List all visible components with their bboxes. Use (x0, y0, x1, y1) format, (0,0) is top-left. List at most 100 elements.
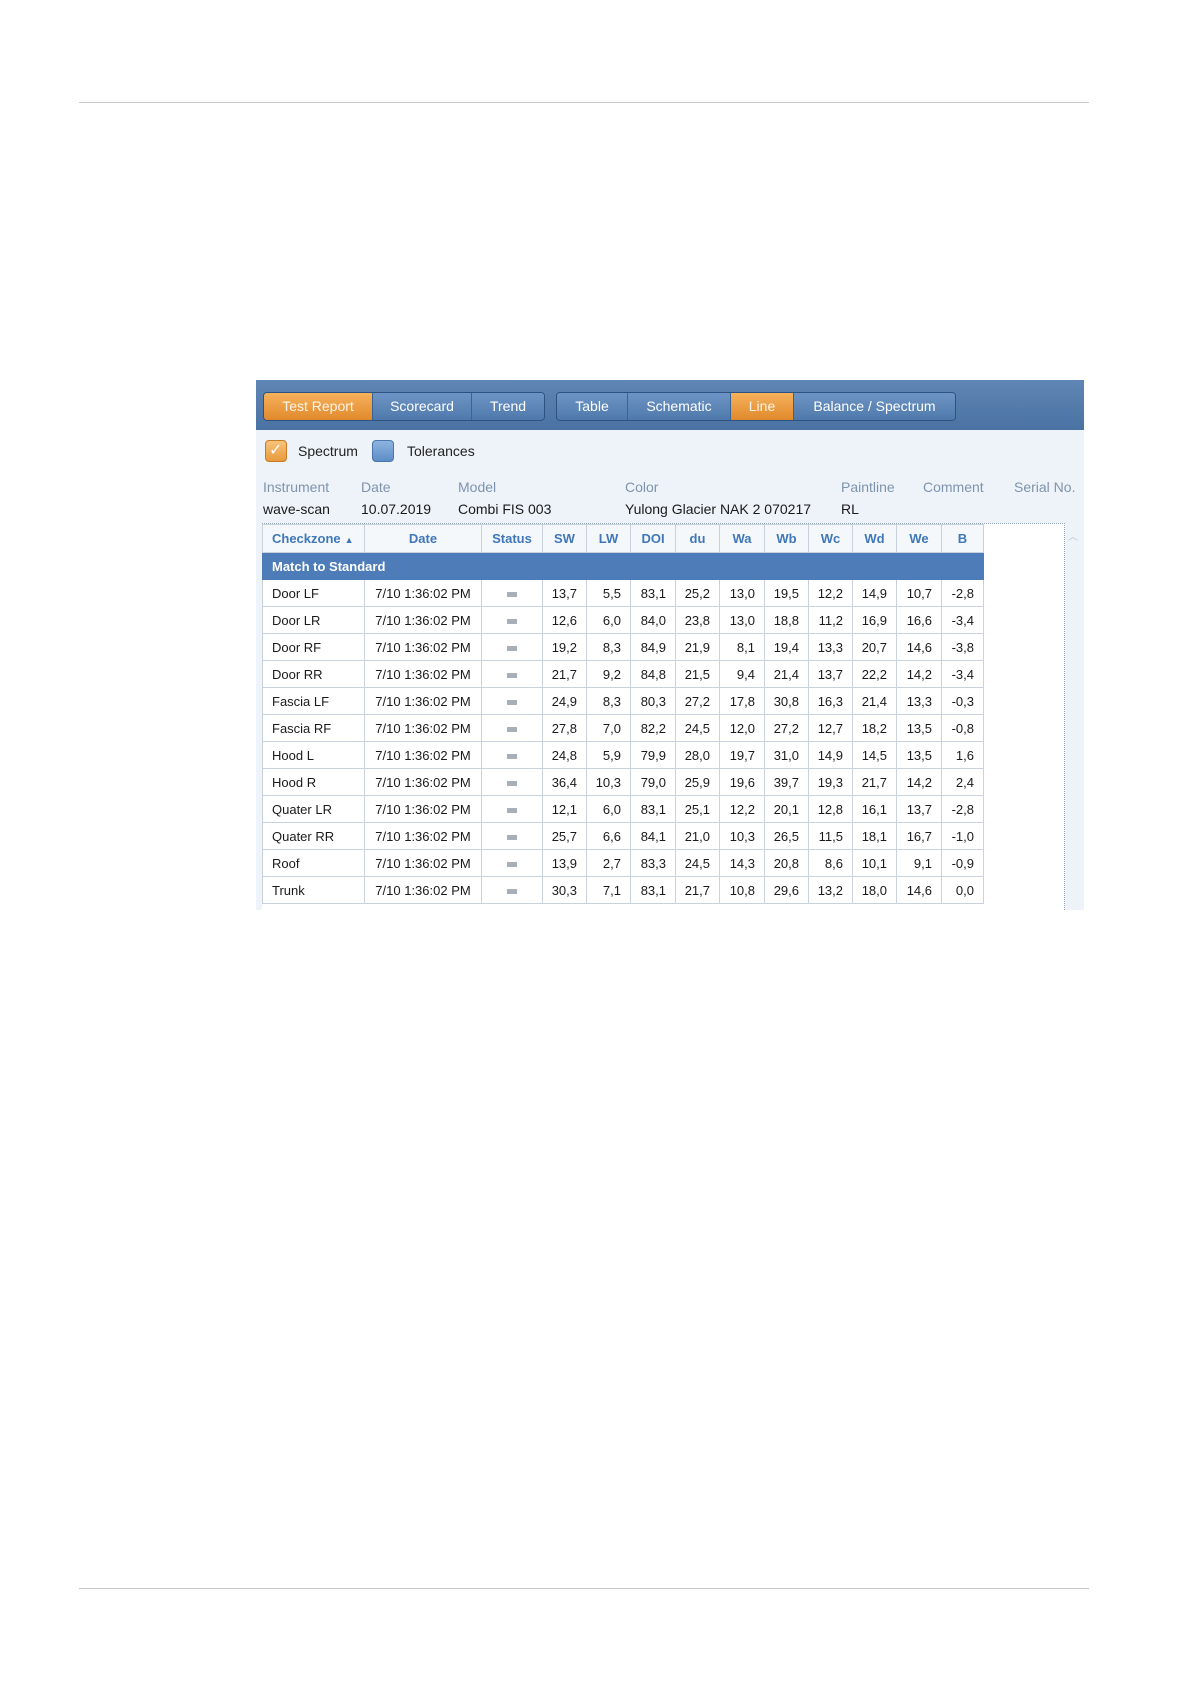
cell-wa: 17,8 (719, 687, 765, 715)
table-row[interactable]: Door LF 7/10 1:36:02 PM 13,7 5,5 83,1 25,2 13,… (262, 579, 984, 607)
table-row[interactable]: Trunk 7/10 1:36:02 PM 30,3 7,1 83,1 21,7 10,8 2… (262, 876, 984, 904)
column-header-lw[interactable]: LW (586, 524, 631, 553)
tab-balance-spectrum[interactable]: Balance / Spectrum (794, 393, 955, 420)
cell-lw: 2,7 (586, 849, 631, 877)
column-header-status[interactable]: Status (481, 524, 543, 553)
cell-date: 7/10 1:36:02 PM (364, 606, 482, 634)
column-header-wc[interactable]: Wc (808, 524, 853, 553)
cell-wb: 31,0 (764, 741, 809, 769)
table-row[interactable]: Door RR 7/10 1:36:02 PM 21,7 9,2 84,8 21,5 9,4… (262, 660, 984, 688)
column-header-doi[interactable]: DOI (630, 524, 676, 553)
cell-wd: 21,7 (852, 768, 897, 796)
table-row[interactable]: Quater RR 7/10 1:36:02 PM 25,7 6,6 84,1 21,0 1… (262, 822, 984, 850)
status-indicator-icon (507, 807, 517, 813)
cell-date: 7/10 1:36:02 PM (364, 714, 482, 742)
column-header-date[interactable]: Date (364, 524, 482, 553)
cell-date: 7/10 1:36:02 PM (364, 795, 482, 823)
cell-wa: 14,3 (719, 849, 765, 877)
cell-we: 14,2 (896, 768, 942, 796)
table-row[interactable]: Fascia RF 7/10 1:36:02 PM 27,8 7,0 82,2 24,5 1… (262, 714, 984, 742)
tab-scorecard[interactable]: Scorecard (373, 393, 472, 420)
cell-wa: 10,8 (719, 876, 765, 904)
column-header-checkzone[interactable]: Checkzone ▲ (262, 524, 365, 553)
spectrum-checkbox[interactable]: ✓ (265, 440, 287, 462)
cell-wb: 20,1 (764, 795, 809, 823)
column-header-wb[interactable]: Wb (764, 524, 809, 553)
cell-we: 16,6 (896, 606, 942, 634)
cell-du: 21,0 (675, 822, 720, 850)
cell-checkzone: Fascia LF (262, 687, 365, 715)
column-header-label: Wc (820, 531, 841, 546)
cell-wd: 21,4 (852, 687, 897, 715)
cell-b: -2,8 (941, 795, 984, 823)
spectrum-label: Spectrum (298, 443, 358, 459)
cell-lw: 5,9 (586, 741, 631, 769)
column-header-wd[interactable]: Wd (852, 524, 897, 553)
cell-status (481, 633, 543, 661)
cell-wa: 12,0 (719, 714, 765, 742)
cell-doi: 84,8 (630, 660, 676, 688)
scroll-up-arrow-icon[interactable]: ︿ (1068, 528, 1078, 543)
color-header: Color (625, 479, 659, 495)
cell-du: 21,7 (675, 876, 720, 904)
cell-sw: 13,9 (542, 849, 587, 877)
cell-wc: 11,5 (808, 822, 853, 850)
status-indicator-icon (507, 753, 517, 759)
cell-du: 25,9 (675, 768, 720, 796)
cell-du: 23,8 (675, 606, 720, 634)
group-row[interactable]: Match to Standard (262, 552, 984, 580)
table-row[interactable]: Door RF 7/10 1:36:02 PM 19,2 8,3 84,9 21,9 8,1… (262, 633, 984, 661)
column-header-b[interactable]: B (941, 524, 984, 553)
status-indicator-icon (507, 726, 517, 732)
cell-sw: 21,7 (542, 660, 587, 688)
cell-du: 25,2 (675, 579, 720, 607)
cell-wb: 18,8 (764, 606, 809, 634)
tab-table[interactable]: Table (557, 393, 628, 420)
table-row[interactable]: Hood L 7/10 1:36:02 PM 24,8 5,9 79,9 28,0 19,7… (262, 741, 984, 769)
cell-status (481, 660, 543, 688)
cell-we: 16,7 (896, 822, 942, 850)
tab-test-report[interactable]: Test Report (264, 393, 373, 420)
cell-status (481, 714, 543, 742)
cell-checkzone: Fascia RF (262, 714, 365, 742)
cell-we: 13,7 (896, 795, 942, 823)
column-header-wa[interactable]: Wa (719, 524, 765, 553)
tab-line[interactable]: Line (731, 393, 794, 420)
status-indicator-icon (507, 672, 517, 678)
cell-date: 7/10 1:36:02 PM (364, 741, 482, 769)
cell-lw: 10,3 (586, 768, 631, 796)
cell-we: 13,5 (896, 741, 942, 769)
table-row[interactable]: Hood R 7/10 1:36:02 PM 36,4 10,3 79,0 25,9 19,… (262, 768, 984, 796)
cell-status (481, 849, 543, 877)
tolerances-checkbox[interactable] (372, 440, 394, 462)
column-header-du[interactable]: du (675, 524, 720, 553)
toolbar: Test Report Scorecard Trend Table Schematic… (256, 380, 1084, 430)
cell-wb: 19,4 (764, 633, 809, 661)
column-header-label: Wd (864, 531, 885, 546)
column-header-we[interactable]: We (896, 524, 942, 553)
cell-sw: 24,8 (542, 741, 587, 769)
serial-header: Serial No. (1014, 479, 1076, 495)
cell-wd: 16,9 (852, 606, 897, 634)
cell-b: -0,9 (941, 849, 984, 877)
cell-status (481, 606, 543, 634)
tab-trend[interactable]: Trend (472, 393, 544, 420)
table-row[interactable]: Door LR 7/10 1:36:02 PM 12,6 6,0 84,0 23,8 13,… (262, 606, 984, 634)
cell-du: 24,5 (675, 714, 720, 742)
cell-sw: 24,9 (542, 687, 587, 715)
cell-b: 0,0 (941, 876, 984, 904)
column-header-sw[interactable]: SW (542, 524, 587, 553)
cell-lw: 7,1 (586, 876, 631, 904)
table-row[interactable]: Fascia LF 7/10 1:36:02 PM 24,9 8,3 80,3 27,2 1… (262, 687, 984, 715)
table-row[interactable]: Quater LR 7/10 1:36:02 PM 12,1 6,0 83,1 25,1 1… (262, 795, 984, 823)
cell-lw: 8,3 (586, 633, 631, 661)
tab-schematic[interactable]: Schematic (628, 393, 731, 420)
cell-du: 21,9 (675, 633, 720, 661)
cell-wa: 13,0 (719, 579, 765, 607)
cell-wa: 13,0 (719, 606, 765, 634)
cell-lw: 6,0 (586, 795, 631, 823)
cell-sw: 30,3 (542, 876, 587, 904)
table-row[interactable]: Roof 7/10 1:36:02 PM 13,9 2,7 83,3 24,5 14,3 20… (262, 849, 984, 877)
status-indicator-icon (507, 780, 517, 786)
cell-we: 14,2 (896, 660, 942, 688)
